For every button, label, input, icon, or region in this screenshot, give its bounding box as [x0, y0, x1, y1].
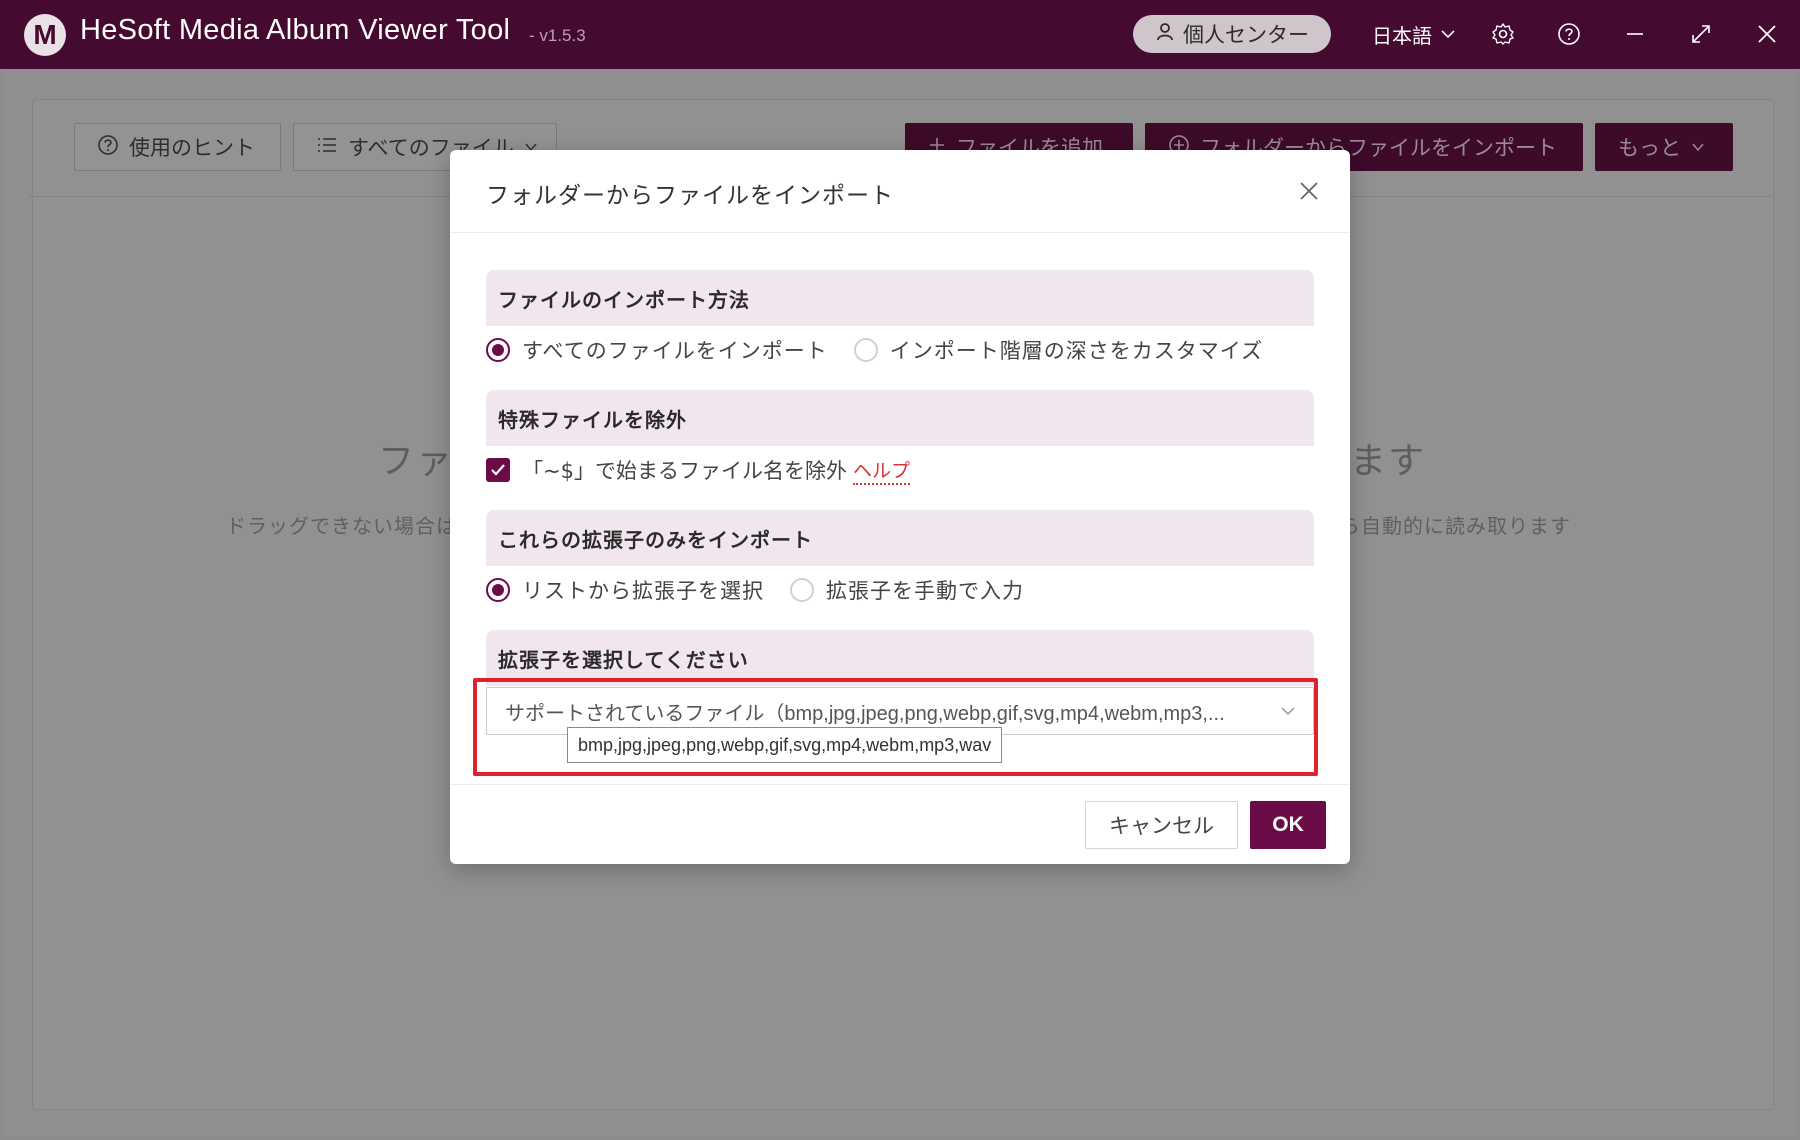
user-icon	[1155, 22, 1175, 47]
ok-button[interactable]: OK	[1250, 801, 1326, 849]
radio-select-from-list[interactable]	[486, 578, 510, 602]
language-label: 日本語	[1372, 24, 1432, 48]
exclude-heading: 特殊ファイルを除外	[486, 390, 1314, 446]
language-selector[interactable]: 日本語	[1372, 20, 1456, 49]
minimize-icon[interactable]	[1621, 20, 1649, 48]
exclude-tilde-checkbox[interactable]	[486, 458, 510, 482]
dialog-footer-divider	[450, 784, 1350, 785]
close-icon[interactable]	[1294, 176, 1324, 206]
radio-manual-input-label[interactable]: 拡張子を手動で入力	[826, 575, 1024, 605]
highlight-box	[473, 678, 1318, 776]
close-icon[interactable]	[1753, 20, 1781, 48]
drop-hint-sub-left: ドラッグできない場合は	[226, 514, 457, 538]
list-icon	[316, 134, 338, 161]
help-link[interactable]: ヘルプ	[852, 456, 910, 485]
question-circle-icon	[97, 134, 119, 161]
more-label: もっと	[1618, 136, 1681, 160]
radio-import-all[interactable]	[486, 338, 510, 362]
drop-hint-title-right: ます	[1350, 441, 1427, 482]
drop-hint-title-left: ファ	[378, 441, 455, 482]
app-logo: M	[24, 14, 66, 56]
title-bar: M HeSoft Media Album Viewer Tool - v1.5.…	[0, 0, 1800, 69]
extension-mode-options: リストから拡張子を選択 拡張子を手動で入力	[486, 574, 1050, 606]
app-title: HeSoft Media Album Viewer Tool	[80, 14, 511, 46]
dialog-header: フォルダーからファイルをインポート	[450, 150, 1350, 233]
radio-custom-depth[interactable]	[853, 338, 878, 362]
radio-import-all-label[interactable]: すべてのファイルをインポート	[522, 335, 828, 365]
radio-custom-depth-label[interactable]: インポート階層の深さをカスタマイズ	[890, 335, 1263, 365]
hints-button[interactable]: 使用のヒント	[74, 123, 281, 171]
dialog-title: フォルダーからファイルをインポート	[486, 183, 894, 209]
import-method-heading: ファイルのインポート方法	[486, 270, 1314, 326]
exclude-tilde-label[interactable]: 「~$」で始まるファイル名を除外	[522, 455, 847, 485]
check-icon	[491, 464, 505, 476]
chevron-down-icon	[1440, 23, 1456, 47]
import-method-options: すべてのファイルをインポート インポート階層の深さをカスタマイズ	[486, 334, 1289, 366]
extensions-heading: これらの拡張子のみをインポート	[486, 510, 1314, 566]
radio-select-from-list-label[interactable]: リストから拡張子を選択	[522, 575, 764, 605]
help-icon[interactable]	[1555, 20, 1583, 48]
more-button[interactable]: もっと	[1595, 123, 1733, 171]
exclude-row: 「~$」で始まるファイル名を除外 ヘルプ	[486, 454, 910, 486]
user-center-button[interactable]: 個人センター	[1133, 15, 1331, 53]
cancel-button[interactable]: キャンセル	[1085, 801, 1238, 849]
app-version: - v1.5.3	[529, 26, 586, 45]
drop-hint-sub-right: ら自動的に読み取ります	[1340, 514, 1571, 538]
radio-manual-input[interactable]	[790, 578, 814, 602]
gear-icon[interactable]	[1489, 20, 1517, 48]
user-center-label: 個人センター	[1183, 23, 1309, 47]
hints-label: 使用のヒント	[129, 136, 255, 160]
maximize-icon[interactable]	[1687, 20, 1715, 48]
chevron-down-icon	[1691, 135, 1705, 159]
